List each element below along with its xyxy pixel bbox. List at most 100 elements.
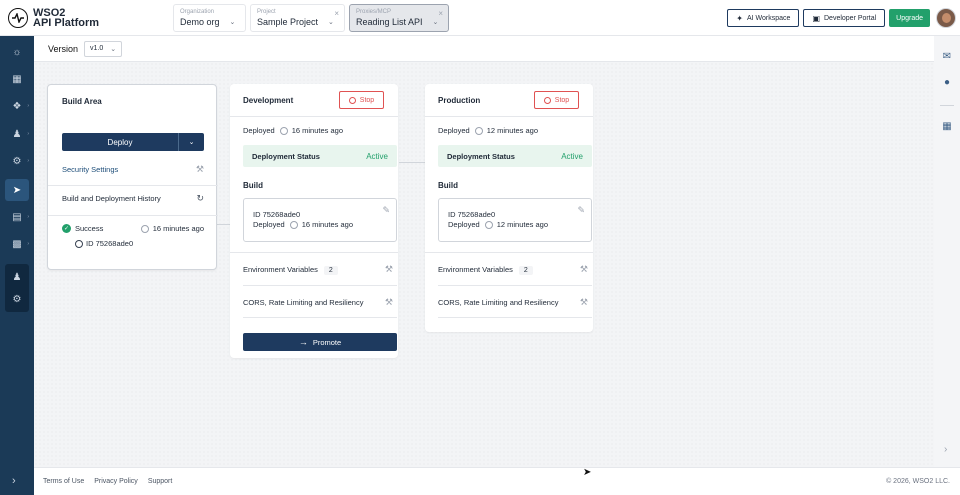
left-sidebar: ☼ ▦ ❖ › ♟ › ⚙ › ➤ ▤ › ▩ › ♟ ⚙ › bbox=[0, 36, 34, 495]
build-time: 16 minutes ago bbox=[301, 220, 353, 229]
build-id: ID 75268ade0 bbox=[253, 210, 301, 219]
development-environment-card: Development Stop Deployed 16 minutes ago… bbox=[230, 84, 398, 358]
stop-icon bbox=[348, 96, 356, 104]
chevron-down-icon: ⌄ bbox=[328, 18, 334, 26]
security-settings-link[interactable]: Security Settings bbox=[62, 165, 118, 174]
project-selector[interactable]: Project Sample Project ⌄ × bbox=[250, 3, 345, 32]
proxy-selector[interactable]: Proxies/MCP Reading List API ⌄ × bbox=[349, 3, 449, 32]
rocket-icon[interactable]: ➤ bbox=[5, 179, 29, 201]
refresh-icon[interactable]: ↻ bbox=[196, 193, 204, 204]
deploy-options-chevron-icon[interactable]: ⌄ bbox=[178, 133, 204, 151]
status-badge: Active bbox=[561, 151, 583, 161]
organization-caption: Organization bbox=[180, 8, 215, 15]
tools-icon[interactable]: ⚒ bbox=[196, 164, 204, 175]
version-select[interactable]: v1.0 ⌄ bbox=[84, 40, 123, 57]
build-status: Success bbox=[75, 224, 104, 233]
build-time: 16 minutes ago bbox=[152, 224, 204, 233]
promote-button[interactable]: → Promote bbox=[243, 333, 397, 351]
bar-chart-icon[interactable]: ▤ › bbox=[5, 206, 29, 228]
project-value: Sample Project bbox=[257, 16, 319, 27]
deploy-label: Deploy bbox=[107, 137, 133, 147]
apps-icon[interactable]: ▩ › bbox=[5, 233, 29, 255]
status-key: Deployment Status bbox=[447, 151, 515, 161]
upgrade-button[interactable]: Upgrade bbox=[889, 9, 930, 27]
tools-icon[interactable]: ⚒ bbox=[580, 264, 588, 275]
deployed-label: Deployed bbox=[243, 126, 275, 135]
bulb-icon[interactable]: ☼ bbox=[5, 41, 29, 63]
build-history-item[interactable]: ✓ Success 16 minutes ago bbox=[62, 224, 204, 233]
proxy-clear-icon[interactable]: × bbox=[438, 9, 443, 18]
terms-link[interactable]: Terms of Use bbox=[43, 478, 84, 485]
build-id: ID 75268ade0 bbox=[448, 210, 496, 219]
deployed-time: 16 minutes ago bbox=[291, 126, 343, 135]
security-settings-row[interactable]: Security Settings ⚒ bbox=[62, 164, 204, 175]
edit-icon[interactable]: ✎ bbox=[577, 205, 585, 215]
chat-bot-icon[interactable]: ✉ bbox=[940, 50, 954, 64]
wso2-logo-icon bbox=[8, 7, 28, 28]
stop-button[interactable]: Stop bbox=[339, 91, 384, 109]
status-badge: Active bbox=[366, 151, 388, 161]
connector-line bbox=[399, 162, 426, 163]
grid-icon[interactable]: ▦ bbox=[5, 68, 29, 90]
env-vars-row[interactable]: Environment Variables 2 ⚒ bbox=[438, 264, 588, 275]
stop-button[interactable]: Stop bbox=[534, 91, 579, 109]
copyright: © 2026, WSO2 LLC. bbox=[886, 478, 950, 485]
brand-logo[interactable]: WSO2 API Platform bbox=[8, 7, 173, 29]
users-icon[interactable]: ♟ › bbox=[5, 123, 29, 145]
clock-icon bbox=[289, 221, 298, 229]
build-time: 12 minutes ago bbox=[496, 220, 548, 229]
clock-icon bbox=[140, 224, 149, 233]
mouse-cursor-icon: ➤ bbox=[583, 467, 592, 478]
rail-divider bbox=[940, 105, 954, 106]
version-label: Version bbox=[48, 43, 79, 54]
user-settings-icon[interactable]: ♟ bbox=[5, 266, 29, 288]
build-area-title: Build Area bbox=[62, 97, 102, 106]
developer-portal-label: Developer Portal bbox=[824, 14, 877, 22]
history-row[interactable]: Build and Deployment History ↻ bbox=[62, 193, 204, 204]
build-deployed-label: Deployed bbox=[253, 220, 285, 229]
tools-icon[interactable]: ⚒ bbox=[385, 297, 393, 308]
version-bar: Version v1.0 ⌄ bbox=[34, 36, 934, 62]
env-vars-count: 2 bbox=[518, 265, 533, 275]
tools-icon[interactable]: ⚒ bbox=[385, 264, 393, 275]
support-link[interactable]: Support bbox=[148, 478, 173, 485]
user-avatar[interactable] bbox=[936, 8, 956, 28]
developer-portal-button[interactable]: ▣ Developer Portal bbox=[803, 9, 886, 27]
deployment-status: Deployment Status Active bbox=[438, 145, 592, 167]
connector-line bbox=[217, 224, 231, 225]
chevron-down-icon: ⌄ bbox=[229, 18, 236, 26]
cors-label: CORS, Rate Limiting and Resiliency bbox=[438, 298, 559, 307]
top-bar: WSO2 API Platform Organization Demo org ⌄… bbox=[0, 0, 960, 36]
privacy-link[interactable]: Privacy Policy bbox=[94, 478, 138, 485]
build-id: ID 75268ade0 bbox=[86, 239, 134, 248]
env-vars-row[interactable]: Environment Variables 2 ⚒ bbox=[243, 264, 393, 275]
chevron-right-icon[interactable]: › bbox=[944, 444, 947, 455]
project-clear-icon[interactable]: × bbox=[334, 9, 339, 18]
edit-icon[interactable]: ✎ bbox=[382, 205, 390, 215]
portal-icon: ▣ bbox=[812, 13, 820, 23]
proxy-value: Reading List API bbox=[356, 16, 423, 27]
build-heading: Build bbox=[438, 181, 458, 190]
stop-label: Stop bbox=[554, 96, 570, 104]
discord-icon[interactable]: ● bbox=[940, 76, 954, 90]
right-rail: ✉ ● ▦ › bbox=[934, 36, 960, 466]
calendar-icon[interactable]: ▦ bbox=[940, 120, 954, 134]
settings-icon[interactable]: ⚙ › bbox=[5, 150, 29, 172]
tags-icon[interactable]: ❖ › bbox=[5, 95, 29, 117]
ai-workspace-label: AI Workspace bbox=[746, 14, 791, 22]
expand-sidebar-icon[interactable]: › bbox=[12, 475, 16, 487]
brand-line2: API Platform bbox=[33, 16, 100, 29]
stop-label: Stop bbox=[359, 96, 375, 104]
sparkle-icon: ✦ bbox=[736, 13, 743, 23]
history-label: Build and Deployment History bbox=[62, 194, 161, 203]
build-area-card: Build Area Deploy ⌄ Security Settings ⚒ … bbox=[47, 84, 218, 270]
organization-selector[interactable]: Organization Demo org ⌄ bbox=[173, 3, 246, 32]
promote-label: Promote bbox=[312, 337, 342, 347]
cors-row[interactable]: CORS, Rate Limiting and Resiliency ⚒ bbox=[438, 297, 588, 308]
gear-icon[interactable]: ⚙ bbox=[5, 288, 29, 310]
ai-workspace-button[interactable]: ✦ AI Workspace bbox=[727, 9, 800, 27]
tools-icon[interactable]: ⚒ bbox=[580, 297, 588, 308]
deploy-button[interactable]: Deploy ⌄ bbox=[62, 133, 204, 151]
admin-group: ♟ ⚙ bbox=[5, 264, 29, 312]
cors-row[interactable]: CORS, Rate Limiting and Resiliency ⚒ bbox=[243, 297, 393, 308]
